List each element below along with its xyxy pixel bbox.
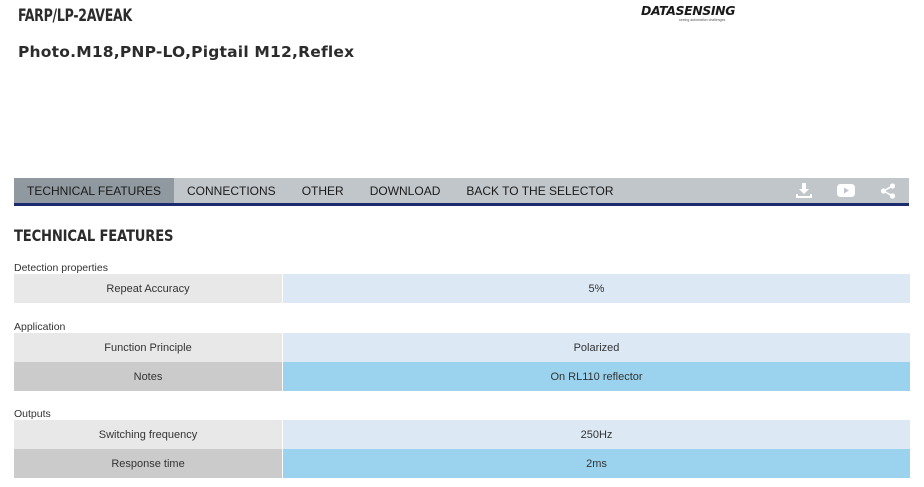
row-value: Polarized xyxy=(283,333,910,362)
share-icon[interactable] xyxy=(867,178,909,203)
row-key: Switching frequency xyxy=(14,420,282,449)
group-label-application: Application xyxy=(14,321,66,333)
download-icon[interactable] xyxy=(783,178,825,203)
tab-connections[interactable]: CONNECTIONS xyxy=(174,178,289,203)
table-row: Response time 2ms xyxy=(14,449,910,478)
row-key: Response time xyxy=(14,449,282,478)
table-row: Switching frequency 250Hz xyxy=(14,420,910,449)
tab-download[interactable]: DOWNLOAD xyxy=(357,178,454,203)
row-value: 250Hz xyxy=(283,420,910,449)
youtube-icon[interactable] xyxy=(825,178,867,203)
table-row: Notes On RL110 reflector xyxy=(14,362,910,391)
table-row: Repeat Accuracy 5% xyxy=(14,274,910,303)
tab-technical-features[interactable]: TECHNICAL FEATURES xyxy=(14,178,175,203)
product-description: Photo.M18,PNP-LO,Pigtail M12,Reflex xyxy=(18,43,355,61)
group-label-outputs: Outputs xyxy=(14,408,51,420)
row-key: Repeat Accuracy xyxy=(14,274,282,303)
product-code: FARP/LP-2AVEAK xyxy=(18,6,132,26)
row-key: Notes xyxy=(14,362,282,391)
logo-text: DATASENSING xyxy=(641,3,736,18)
row-key: Function Principle xyxy=(14,333,282,362)
tab-other[interactable]: OTHER xyxy=(289,178,357,203)
row-value: 2ms xyxy=(283,449,910,478)
section-title: TECHNICAL FEATURES xyxy=(14,226,174,245)
table-row: Function Principle Polarized xyxy=(14,333,910,362)
logo-tagline: seeing automation challenges xyxy=(679,18,726,22)
row-value: 5% xyxy=(283,274,910,303)
row-value: On RL110 reflector xyxy=(283,362,910,391)
tab-icon-group xyxy=(783,178,909,203)
group-label-detection-properties: Detection properties xyxy=(14,262,108,274)
datasensing-logo: DATASENSING seeing automation challenges xyxy=(641,3,736,26)
tab-back-to-selector[interactable]: BACK TO THE SELECTOR xyxy=(453,178,626,203)
tab-bar: TECHNICAL FEATURES CONNECTIONS OTHER DOW… xyxy=(14,178,909,206)
